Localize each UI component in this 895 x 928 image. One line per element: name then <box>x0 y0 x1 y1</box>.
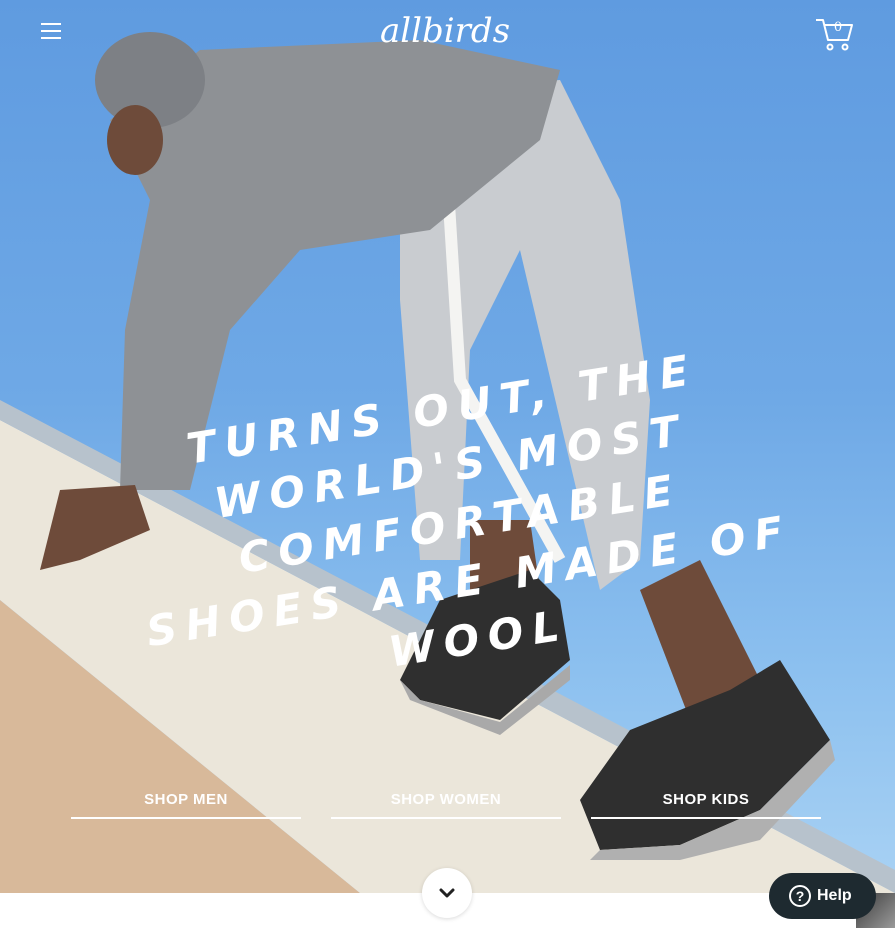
shop-kids-link[interactable]: SHOP KIDS <box>591 789 821 819</box>
help-label: Help <box>817 887 852 904</box>
shopping-cart-icon[interactable]: 0 <box>812 14 856 54</box>
shop-women-link[interactable]: SHOP WOMEN <box>331 789 561 819</box>
help-button[interactable]: ? Help <box>769 873 876 919</box>
shop-men-link[interactable]: SHOP MEN <box>71 789 301 819</box>
allbirds-logo[interactable]: allbirds <box>370 6 520 56</box>
hero-banner: allbirds 0 Turns out, the world's most c… <box>0 0 895 893</box>
question-circle-icon: ? <box>789 885 811 907</box>
chevron-down-icon <box>439 888 455 898</box>
scroll-down-button[interactable] <box>422 868 472 918</box>
cart-count: 0 <box>833 20 843 35</box>
hamburger-menu-icon[interactable] <box>36 18 66 46</box>
